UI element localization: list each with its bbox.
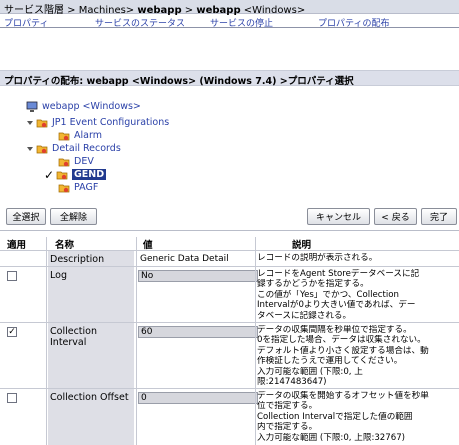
- table-row: Collection Offset 0 データの収集を開始するオフセット値を秒単…: [0, 388, 459, 445]
- clear-all-button[interactable]: 全解除: [50, 208, 97, 225]
- breadcrumb-item-webapp-windows[interactable]: webapp: [196, 5, 240, 16]
- breadcrumb-sep: >: [181, 5, 197, 16]
- row-description: レコードの説明が表示される。: [257, 253, 378, 263]
- table-row: Description Generic Data Detail レコードの説明が…: [0, 250, 459, 266]
- row-description: データの収集間隔を秒単位で指定する。 0を指定した場合、データは収集されない。 …: [257, 325, 429, 388]
- cancel-button[interactable]: キャンセル: [307, 208, 370, 225]
- table-header: 適用 名称 値 説明: [0, 237, 459, 251]
- apply-checkbox[interactable]: [7, 271, 17, 281]
- row-name: Collection Interval: [48, 323, 134, 388]
- page-title: プロパティの配布: webapp <Windows> (Windows 7.4)…: [0, 70, 459, 87]
- row-description: レコードをAgent Storeデータベースに記 録するかどうかを指定する。 こ…: [257, 269, 420, 321]
- monitor-icon: [26, 101, 38, 112]
- apply-checkbox[interactable]: ✓: [7, 327, 17, 337]
- folder-icon: [58, 158, 70, 166]
- select-all-button[interactable]: 全選択: [6, 208, 46, 225]
- col-header-value: 値: [143, 240, 153, 251]
- breadcrumb: サービス階層 > Machines> webapp > webapp <Wind…: [0, 0, 459, 16]
- tab-service-status[interactable]: サービスのステータス: [95, 16, 185, 29]
- folder-icon: [36, 119, 48, 127]
- tree-node-detail-records[interactable]: Detail Records: [26, 142, 121, 155]
- folder-icon: [58, 184, 70, 192]
- finish-button[interactable]: 完了: [421, 208, 457, 225]
- row-value: Generic Data Detail: [140, 254, 229, 264]
- tree-node-dev[interactable]: DEV: [58, 155, 94, 168]
- column-divider: [255, 237, 256, 445]
- breadcrumb-suffix: <Windows>: [240, 5, 306, 16]
- row-name: Description: [48, 251, 134, 266]
- tree-node-jp1-event-configurations[interactable]: JP1 Event Configurations: [26, 116, 169, 129]
- divider: [0, 230, 459, 231]
- folder-icon: [36, 145, 48, 153]
- col-header-apply: 適用: [7, 240, 27, 251]
- back-button[interactable]: < 戻る: [374, 208, 417, 225]
- table-row: ✓ Collection Interval 60 データの収集間隔を秒単位で指定…: [0, 322, 459, 388]
- tab-distribute-properties[interactable]: プロパティの配布: [318, 16, 389, 29]
- row-name: Collection Offset: [48, 389, 134, 445]
- row-name: Log: [48, 267, 134, 322]
- tree-node-alarm[interactable]: Alarm: [58, 129, 102, 142]
- check-icon: ✓: [44, 167, 55, 182]
- tab-properties[interactable]: プロパティ: [4, 16, 48, 29]
- value-field[interactable]: 0: [138, 392, 258, 404]
- property-tree: webapp <Windows> JP1 Event Configuration…: [0, 96, 459, 196]
- tree-node-gend[interactable]: ✓ GEND: [44, 167, 107, 182]
- column-divider: [136, 237, 137, 445]
- tree-node-webapp[interactable]: webapp <Windows>: [26, 100, 141, 113]
- breadcrumb-prefix: サービス階層 > Machines>: [4, 5, 138, 16]
- chevron-down-icon[interactable]: [26, 145, 34, 153]
- value-field[interactable]: No: [138, 270, 258, 282]
- breadcrumb-item-webapp[interactable]: webapp: [137, 5, 181, 16]
- folder-icon: [56, 171, 68, 179]
- folder-icon: [58, 132, 70, 140]
- column-divider: [46, 237, 47, 445]
- row-description: データの収集を開始するオフセット値を秒単 位で指定する。 Collection …: [257, 391, 429, 443]
- tree-node-pagf[interactable]: PAGF: [58, 181, 98, 194]
- col-header-name: 名称: [55, 240, 75, 251]
- table-row: Log No レコードをAgent Storeデータベースに記 録するかどうかを…: [0, 266, 459, 322]
- chevron-down-icon[interactable]: [26, 119, 34, 127]
- value-field[interactable]: 60: [138, 326, 258, 338]
- tab-bar: プロパティ サービスのステータス サービスの停止 プロパティの配布: [0, 16, 459, 29]
- tab-service-stop[interactable]: サービスの停止: [210, 16, 273, 29]
- col-header-description: 説明: [292, 240, 312, 251]
- apply-checkbox[interactable]: [7, 393, 17, 403]
